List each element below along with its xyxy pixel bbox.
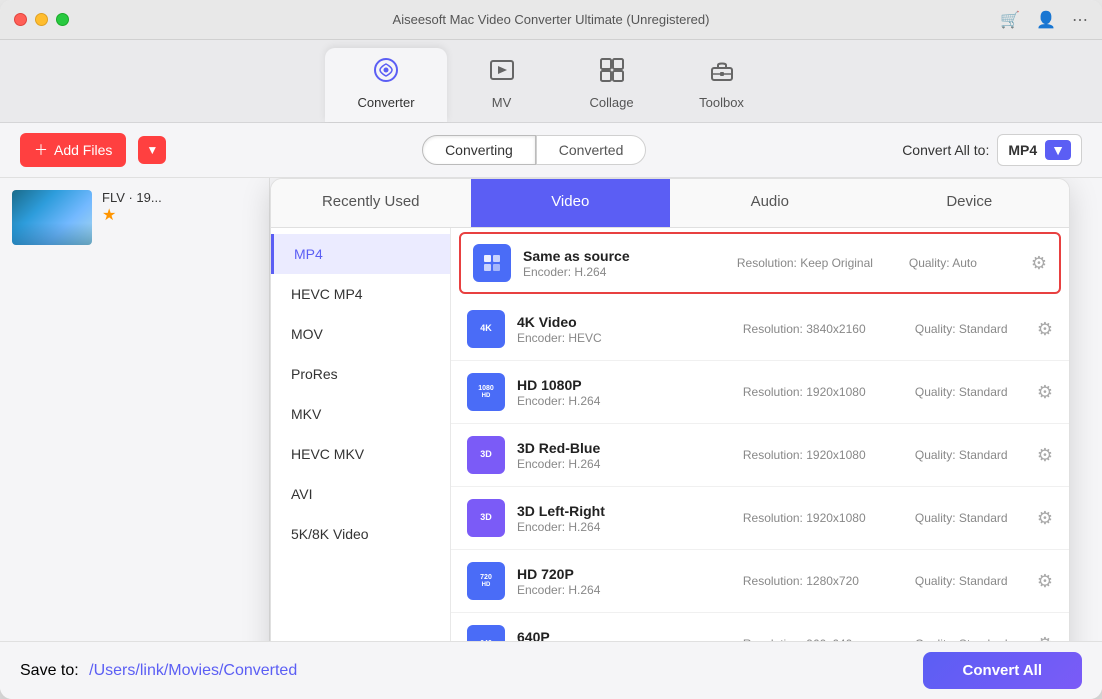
star-icon: ★: [102, 205, 257, 225]
option-hd-1080p[interactable]: 1080 HD HD 1080P Encoder: H.264 Resoluti…: [451, 361, 1069, 424]
option-icon-same-as-source: [473, 244, 511, 282]
convert-all-button[interactable]: Convert All: [923, 652, 1082, 689]
format-dropdown-panel: Recently Used Video Audio Device MP4: [270, 178, 1070, 641]
minimize-button[interactable]: [35, 13, 48, 26]
option-encoder-same-as-source: Encoder: H.264: [523, 265, 725, 279]
option-3d-red-blue[interactable]: 3D 3D Red-Blue Encoder: H.264 Resolution…: [451, 424, 1069, 487]
maximize-button[interactable]: [56, 13, 69, 26]
toolbar: ＋ Add Files ▼ Converting Converted Conve…: [0, 123, 1102, 178]
save-to-section: Save to: /Users/link/Movies/Converted: [20, 662, 297, 680]
gear-icon-640p[interactable]: ⚙: [1037, 634, 1053, 642]
tab-converting[interactable]: Converting: [422, 135, 536, 165]
tab-collage[interactable]: Collage: [557, 48, 667, 122]
option-3d-left-right[interactable]: 3D 3D Left-Right Encoder: H.264 Resoluti…: [451, 487, 1069, 550]
file-thumbnail: [12, 190, 92, 245]
overlay-body: MP4 HEVC MP4 MOV ProRes MKV HEVC MKV AVI…: [271, 228, 1069, 641]
gear-icon-same-as-source[interactable]: ⚙: [1031, 253, 1047, 274]
format-options-list: Same as source Encoder: H.264 Resolution…: [451, 228, 1069, 641]
tab-audio[interactable]: Audio: [670, 179, 870, 227]
option-info-1080p: HD 1080P Encoder: H.264: [517, 377, 731, 408]
gear-icon-4k[interactable]: ⚙: [1037, 319, 1053, 340]
option-info-720p: HD 720P Encoder: H.264: [517, 566, 731, 597]
format-list: MP4 HEVC MP4 MOV ProRes MKV HEVC MKV AVI…: [271, 228, 450, 641]
convert-all-section: Convert All to: MP4 ▼: [902, 134, 1082, 166]
cart-icon[interactable]: 🛒: [1000, 10, 1020, 30]
format-list-wrapper: MP4 HEVC MP4 MOV ProRes MKV HEVC MKV AVI…: [271, 228, 451, 641]
converter-label: Converter: [357, 95, 414, 110]
gear-icon-720p[interactable]: ⚙: [1037, 571, 1053, 592]
option-name-same-as-source: Same as source: [523, 248, 725, 264]
option-icon-720p: 720 HD: [467, 562, 505, 600]
format-item-hevc-mp4[interactable]: HEVC MP4: [271, 274, 450, 314]
gear-icon-3d-lr[interactable]: ⚙: [1037, 508, 1053, 529]
format-item-mkv[interactable]: MKV: [271, 394, 450, 434]
option-info-same-as-source: Same as source Encoder: H.264: [523, 248, 725, 279]
format-item-prores[interactable]: ProRes: [271, 354, 450, 394]
format-item-hevc-mkv[interactable]: HEVC MKV: [271, 434, 450, 474]
option-info-3d-lr: 3D Left-Right Encoder: H.264: [517, 503, 731, 534]
menu-icon[interactable]: ⋯: [1072, 10, 1088, 30]
main-content: FLV · 19... ★ Recently Used Video Audio …: [0, 178, 1102, 641]
option-icon-640p: 640: [467, 625, 505, 641]
option-info-640p: 640P Encoder: H.264: [517, 629, 731, 642]
traffic-lights: [14, 13, 69, 26]
option-quality-same-as-source: Quality: Auto: [909, 256, 1019, 270]
gear-icon-3d-rb[interactable]: ⚙: [1037, 445, 1053, 466]
add-files-label: Add Files: [54, 142, 112, 158]
format-item-mp4[interactable]: MP4: [271, 234, 450, 274]
mv-icon: [488, 56, 516, 91]
converter-icon: [372, 56, 400, 91]
format-item-avi[interactable]: AVI: [271, 474, 450, 514]
format-item-5k8k[interactable]: 5K/8K Video: [271, 514, 450, 554]
file-info: FLV · 19... ★: [102, 190, 257, 225]
option-resolution-same-as-source: Resolution: Keep Original: [737, 256, 897, 270]
collage-label: Collage: [589, 95, 633, 110]
save-to-label: Save to:: [20, 662, 79, 679]
option-hd-720p[interactable]: 720 HD HD 720P Encoder: H.264 Resolution…: [451, 550, 1069, 613]
option-icon-3d-rb: 3D: [467, 436, 505, 474]
add-files-button[interactable]: ＋ Add Files: [20, 133, 126, 167]
option-same-as-source[interactable]: Same as source Encoder: H.264 Resolution…: [459, 232, 1061, 294]
tab-video[interactable]: Video: [471, 179, 671, 227]
save-path: /Users/link/Movies/Converted: [89, 662, 297, 679]
tab-converted[interactable]: Converted: [536, 135, 647, 165]
file-name: FLV · 19...: [102, 190, 257, 205]
overlay-tabs: Recently Used Video Audio Device: [271, 179, 1069, 228]
format-item-mov[interactable]: MOV: [271, 314, 450, 354]
title-bar: Aiseesoft Mac Video Converter Ultimate (…: [0, 0, 1102, 40]
toolbox-label: Toolbox: [699, 95, 744, 110]
option-icon-1080p: 1080 HD: [467, 373, 505, 411]
plus-icon: ＋: [34, 140, 48, 160]
user-icon[interactable]: 👤: [1036, 10, 1056, 30]
gear-icon-1080p[interactable]: ⚙: [1037, 382, 1053, 403]
tab-toolbox[interactable]: Toolbox: [667, 48, 777, 122]
file-panel: FLV · 19... ★: [0, 178, 270, 641]
collage-icon: [598, 56, 626, 91]
tab-mv[interactable]: MV: [447, 48, 557, 122]
option-icon-3d-lr: 3D: [467, 499, 505, 537]
option-info-4k: 4K Video Encoder: HEVC: [517, 314, 731, 345]
sub-tabs: Converting Converted: [178, 135, 890, 165]
title-bar-actions: 🛒 👤 ⋯: [1000, 10, 1088, 30]
option-640p[interactable]: 640 640P Encoder: H.264 Resolution: 960x…: [451, 613, 1069, 641]
app-window: Aiseesoft Mac Video Converter Ultimate (…: [0, 0, 1102, 699]
selected-format: MP4: [1008, 142, 1037, 158]
main-nav: Converter MV Collage: [0, 40, 1102, 123]
dropdown-arrow-icon: ▼: [1045, 140, 1071, 160]
mv-label: MV: [492, 95, 512, 110]
toolbox-icon: [708, 56, 736, 91]
format-selector[interactable]: MP4 ▼: [997, 134, 1082, 166]
convert-all-label: Convert All to:: [902, 142, 989, 158]
tab-device[interactable]: Device: [870, 179, 1070, 227]
window-title: Aiseesoft Mac Video Converter Ultimate (…: [393, 12, 710, 27]
add-files-dropdown-button[interactable]: ▼: [138, 136, 166, 164]
option-info-3d-rb: 3D Red-Blue Encoder: H.264: [517, 440, 731, 471]
close-button[interactable]: [14, 13, 27, 26]
tab-converter[interactable]: Converter: [325, 48, 446, 122]
option-4k-video[interactable]: 4K 4K Video Encoder: HEVC Resolution: 38…: [451, 298, 1069, 361]
bottom-bar: Save to: /Users/link/Movies/Converted Co…: [0, 641, 1102, 699]
option-icon-4k: 4K: [467, 310, 505, 348]
file-item: FLV · 19... ★: [12, 190, 257, 245]
tab-recently-used[interactable]: Recently Used: [271, 179, 471, 227]
